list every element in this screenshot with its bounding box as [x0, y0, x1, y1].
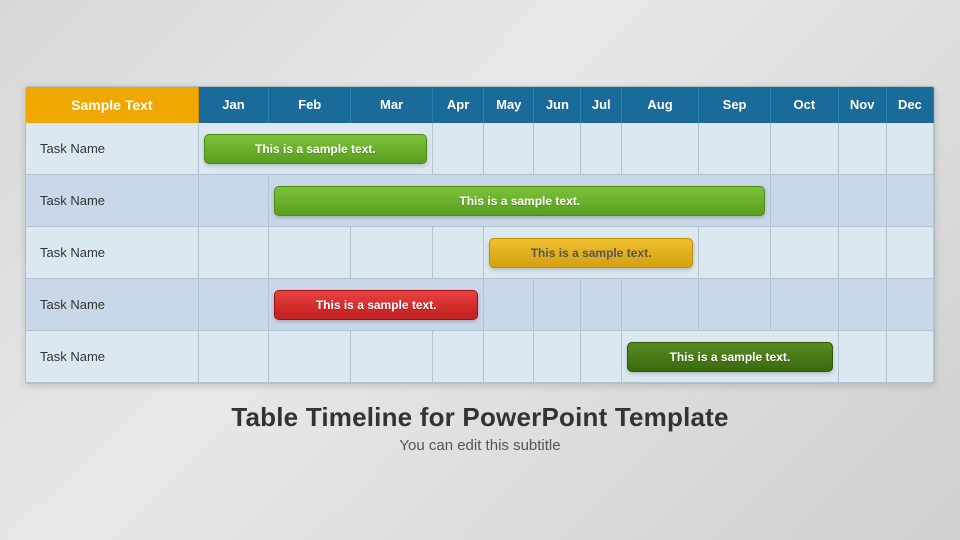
table-row: Task Name This is a sample text.	[26, 123, 934, 175]
timeline-table: Sample Text Jan Feb Mar Apr May Jun Jul …	[26, 87, 934, 384]
table-row: Task Name This is a sample text.	[26, 175, 934, 227]
footer-title: Table Timeline for PowerPoint Template	[231, 402, 728, 433]
task-name-2: Task Name	[26, 175, 198, 227]
gantt-bar-1: This is a sample text.	[204, 134, 427, 164]
table-row: Task Name This is a sample text.	[26, 331, 934, 383]
gantt-bar-4: This is a sample text.	[274, 290, 478, 320]
header-oct: Oct	[771, 87, 838, 123]
header-nov: Nov	[838, 87, 886, 123]
bar-cell-3: This is a sample text.	[484, 227, 699, 279]
gantt-bar-3: This is a sample text.	[489, 238, 693, 268]
gantt-bar-2: This is a sample text.	[274, 186, 765, 216]
bar-cell-4: This is a sample text.	[269, 279, 484, 331]
main-container: Sample Text Jan Feb Mar Apr May Jun Jul …	[25, 86, 935, 455]
footer-subtitle: You can edit this subtitle	[231, 437, 728, 454]
table-row: Task Name This is a sample text.	[26, 279, 934, 331]
header-sep: Sep	[699, 87, 771, 123]
task-name-3: Task Name	[26, 227, 198, 279]
header-may: May	[484, 87, 534, 123]
task-name-5: Task Name	[26, 331, 198, 383]
task-name-4: Task Name	[26, 279, 198, 331]
header-row: Sample Text Jan Feb Mar Apr May Jun Jul …	[26, 87, 934, 123]
task-name-1: Task Name	[26, 123, 198, 175]
header-apr: Apr	[433, 87, 484, 123]
header-mar: Mar	[351, 87, 433, 123]
bar-cell-5: This is a sample text.	[622, 331, 838, 383]
header-dec: Dec	[886, 87, 933, 123]
header-jan: Jan	[198, 87, 269, 123]
bar-cell-2: This is a sample text.	[269, 175, 771, 227]
header-sample-text: Sample Text	[26, 87, 198, 123]
bar-cell-1: This is a sample text.	[198, 123, 432, 175]
timeline-table-wrapper: Sample Text Jan Feb Mar Apr May Jun Jul …	[25, 86, 935, 385]
table-row: Task Name This is a sample text.	[26, 227, 934, 279]
header-feb: Feb	[269, 87, 351, 123]
gantt-bar-5: This is a sample text.	[627, 342, 832, 372]
header-aug: Aug	[622, 87, 699, 123]
header-jun: Jun	[534, 87, 581, 123]
footer: Table Timeline for PowerPoint Template Y…	[231, 402, 728, 454]
header-jul: Jul	[581, 87, 622, 123]
